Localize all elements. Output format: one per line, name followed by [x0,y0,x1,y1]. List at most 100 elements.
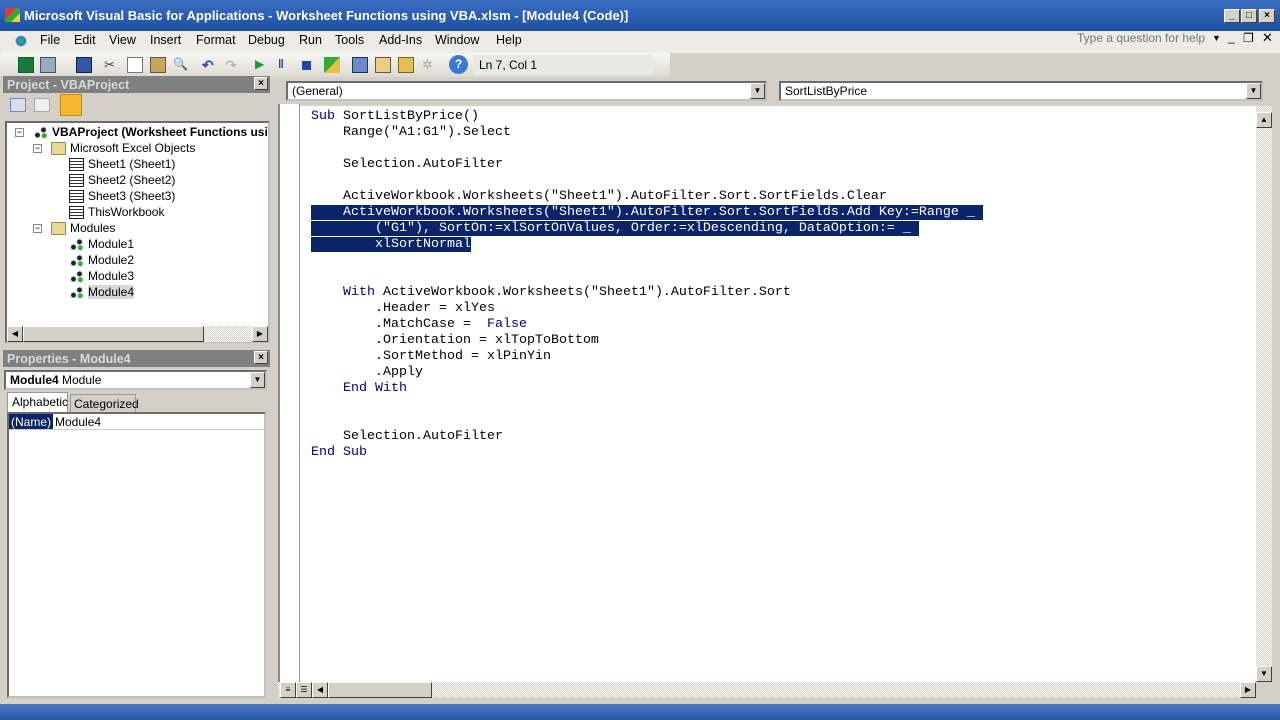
properties-object-combo[interactable]: Module4 Module ▼ [4,370,267,390]
menu-window[interactable]: Window [435,33,479,47]
code-line[interactable]: .Apply [300,365,1256,381]
save-icon[interactable] [76,57,92,73]
tree-item[interactable]: Sheet3 (Sheet3) [69,189,175,203]
code-line[interactable] [300,141,1256,157]
procedure-view-button[interactable]: ≡ [280,682,296,698]
scroll-right-button[interactable]: ▶ [1240,682,1256,698]
menu-tools[interactable]: Tools [335,33,364,47]
code-line[interactable]: End With [300,381,1256,397]
code-line[interactable]: ActiveWorkbook.Worksheets("Sheet1").Auto… [300,189,1256,205]
menu-edit[interactable]: Edit [74,33,96,47]
insert-userform-icon[interactable] [40,57,56,73]
object-combo[interactable]: (General) ▼ [286,81,767,101]
reset-icon[interactable] [302,61,311,70]
menu-file[interactable]: File [40,33,60,47]
code-line[interactable]: Sub SortListByPrice() [300,109,1256,125]
project-close-button[interactable]: × [254,77,268,90]
tree-item[interactable]: Sheet2 (Sheet2) [69,173,175,187]
code-line[interactable]: Selection.AutoFilter [300,157,1256,173]
code-hscrollbar[interactable]: ≡ ☰ ◀ ▶ [278,682,1256,698]
object-browser-icon[interactable] [398,57,414,73]
code-line[interactable]: .Header = xlYes [300,301,1256,317]
margin-indicator-bar[interactable] [278,104,300,682]
code-line[interactable]: .MatchCase = False [300,317,1256,333]
procedure-combo[interactable]: SortListByPrice ▼ [779,81,1263,101]
code-line[interactable]: End Sub [300,445,1256,461]
code-line[interactable]: ActiveWorkbook.Worksheets("Sheet1").Auto… [300,205,1256,221]
code-line[interactable]: xlSortNormal [300,237,1256,253]
doc-minimize-button[interactable]: _ [1228,30,1235,44]
help-dropdown-icon[interactable]: ▼ [1212,33,1221,43]
menu-view[interactable]: View [109,33,136,47]
scroll-right-button[interactable]: ▶ [252,326,268,342]
code-line[interactable]: With ActiveWorkbook.Worksheets("Sheet1")… [300,285,1256,301]
collapse-toggle[interactable]: − [33,144,42,153]
scroll-left-button[interactable]: ◀ [7,326,23,342]
properties-icon[interactable] [375,57,391,73]
menu-format[interactable]: Format [196,33,236,47]
design-mode-icon[interactable] [324,57,340,73]
code-editor[interactable]: Sub SortListByPrice() Range("A1:G1").Sel… [300,106,1256,682]
tab-alphabetic[interactable]: Alphabetic [7,392,68,412]
menu-add-ins[interactable]: Add-Ins [379,33,422,47]
doc-restore-button[interactable]: ❐ [1243,31,1254,45]
code-line[interactable] [300,269,1256,285]
menu-debug[interactable]: Debug [248,33,285,47]
tree-item[interactable]: Module4 [69,285,135,299]
code-line[interactable]: Selection.AutoFilter [300,429,1256,445]
code-line[interactable]: .SortMethod = xlPinYin [300,349,1256,365]
tree-item[interactable]: − Modules [33,221,115,235]
code-line[interactable] [300,397,1256,413]
maximize-button[interactable]: □ [1241,9,1257,23]
menu-help[interactable]: Help [496,33,522,47]
run-icon[interactable]: ▶ [255,57,271,73]
tree-item[interactable]: Module3 [69,269,134,283]
tree-item[interactable]: − Microsoft Excel Objects [33,141,195,155]
doc-close-button[interactable]: ✕ [1262,30,1273,46]
toggle-folders-button[interactable] [60,94,82,116]
break-icon[interactable]: ‖ [278,57,294,73]
code-vscrollbar[interactable]: ▲ ▼ [1256,106,1272,682]
find-icon[interactable]: 🔍 [173,57,189,73]
code-line[interactable] [300,253,1256,269]
property-row[interactable]: (Name) Module4 [9,414,264,430]
vba-menu-icon[interactable] [12,33,30,49]
code-line[interactable]: ("G1"), SortOn:=xlSortOnValues, Order:=x… [300,221,1256,237]
tab-categorized[interactable]: Categorized [70,394,139,412]
view-object-button[interactable] [34,98,50,112]
collapse-toggle[interactable]: − [15,128,24,137]
cut-icon[interactable]: ✂ [104,57,120,73]
tree-item[interactable]: Module2 [69,253,134,267]
toolbox-icon[interactable]: ✲ [422,57,438,73]
paste-icon[interactable] [150,57,166,73]
tree-item[interactable]: − VBAProject (Worksheet Functions using V… [15,125,268,139]
collapse-toggle[interactable]: − [33,224,42,233]
code-line[interactable]: Range("A1:G1").Select [300,125,1256,141]
menu-run[interactable]: Run [299,33,322,47]
property-value[interactable]: Module4 [53,414,103,429]
code-line[interactable]: .Orientation = xlTopToBottom [300,333,1256,349]
scroll-thumb[interactable] [23,326,204,342]
copy-icon[interactable] [127,57,143,73]
menu-insert[interactable]: Insert [150,33,181,47]
full-module-view-button[interactable]: ☰ [296,682,312,698]
scroll-up-button[interactable]: ▲ [1256,112,1272,128]
undo-icon[interactable]: ↶ [202,57,218,73]
chevron-down-icon[interactable]: ▼ [750,83,765,99]
scroll-down-button[interactable]: ▼ [1256,666,1272,682]
project-hscrollbar[interactable]: ◀ ▶ [7,326,268,342]
chevron-down-icon[interactable]: ▼ [250,372,265,388]
tree-item[interactable]: Module1 [69,237,134,251]
help-search-input[interactable]: Type a question for help [1072,31,1222,47]
help-icon[interactable]: ? [449,55,468,74]
tree-item[interactable]: Sheet1 (Sheet1) [69,157,175,171]
code-line[interactable] [300,173,1256,189]
excel-icon[interactable] [18,57,34,73]
project-explorer-icon[interactable] [352,57,368,73]
scroll-left-button[interactable]: ◀ [312,682,328,698]
scroll-thumb[interactable] [328,682,432,698]
tree-item[interactable]: ThisWorkbook [69,205,164,219]
chevron-down-icon[interactable]: ▼ [1246,83,1261,99]
code-line[interactable] [300,413,1256,429]
properties-close-button[interactable]: × [254,351,268,364]
